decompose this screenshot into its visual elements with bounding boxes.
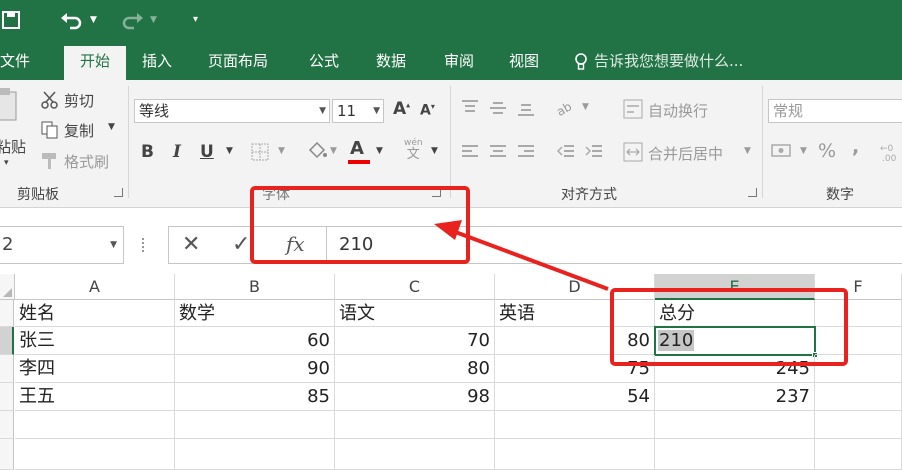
annotation-arrow: [434, 220, 609, 291]
